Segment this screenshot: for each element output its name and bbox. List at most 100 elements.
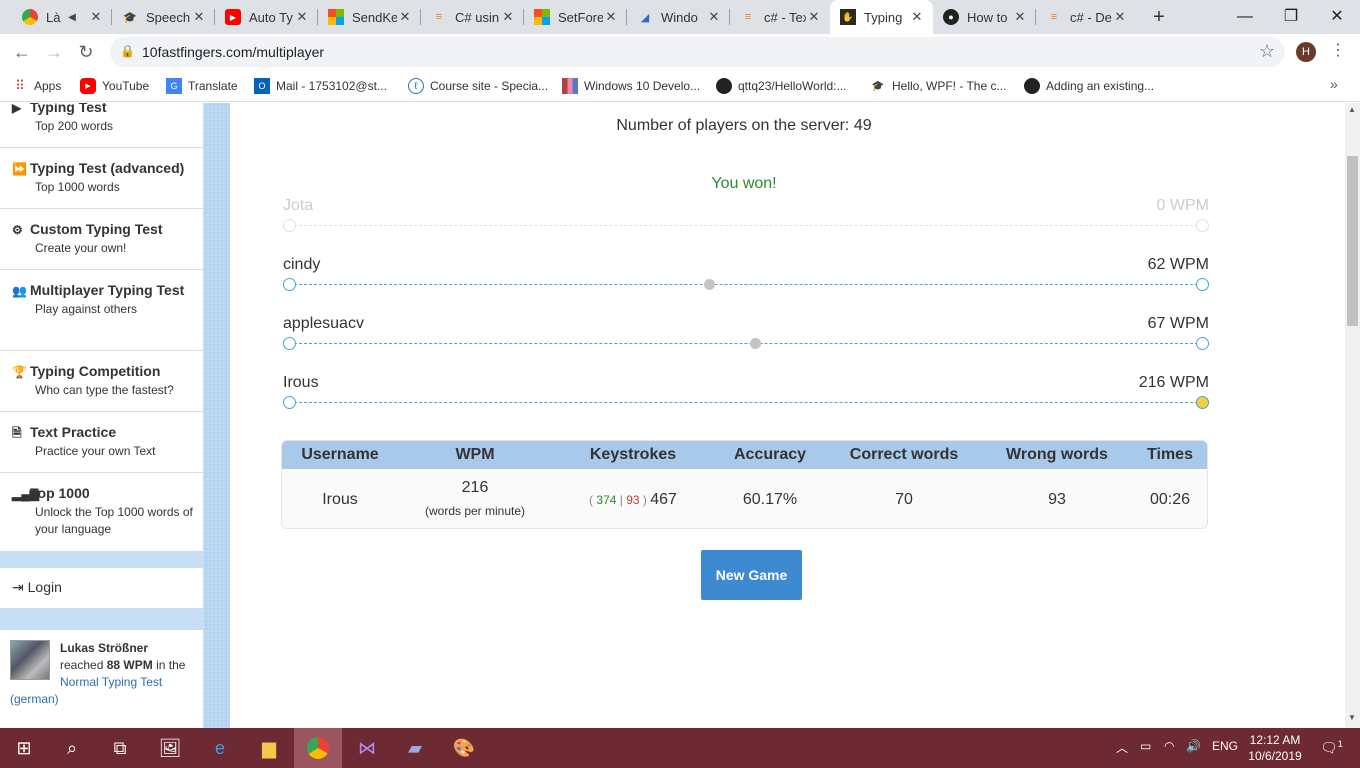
windows-start-icon[interactable]: ⊞: [0, 728, 48, 768]
new-game-button[interactable]: New Game: [701, 550, 802, 600]
forward-icon[interactable]: →: [42, 40, 66, 64]
github-icon: [1024, 78, 1040, 94]
close-tab-icon[interactable]: ✕: [191, 9, 207, 25]
notes-icon[interactable]: ▰: [391, 728, 439, 768]
wifi-icon[interactable]: ◠: [1164, 739, 1174, 753]
scroll-up-icon[interactable]: ▲: [1348, 105, 1356, 114]
reload-icon[interactable]: ↻: [74, 40, 98, 64]
volume-icon[interactable]: 🔊: [1186, 739, 1201, 753]
battery-icon[interactable]: ▭: [1140, 739, 1151, 753]
close-tab-icon[interactable]: ✕: [806, 9, 822, 25]
browser-tab[interactable]: ≡ c# - Tex ✕: [730, 0, 830, 34]
back-icon[interactable]: ←: [10, 40, 34, 64]
github-icon: [716, 78, 732, 94]
result-message: You won!: [711, 175, 777, 192]
image-viewer-icon[interactable]: 🖼: [146, 728, 194, 768]
track-finish: [1196, 278, 1209, 291]
page-scrollbar[interactable]: ▲ ▼: [1345, 103, 1360, 728]
bookmark-youtube[interactable]: ▶ YouTube: [80, 76, 149, 96]
user-avatar[interactable]: [10, 640, 50, 680]
edge-icon[interactable]: e: [196, 728, 244, 768]
players-count: Number of players on the server: 49: [616, 117, 872, 134]
close-tab-icon[interactable]: ✕: [500, 9, 516, 25]
browser-tab[interactable]: ≡ C# usin ✕: [421, 0, 524, 34]
tab-strip: Là l ◀ ✕ 🎓 Speech ✕ ▶ Auto Ty ✕ SendKe ✕…: [0, 0, 1360, 34]
news-feed-item: Lukas Strößner reached 88 WPM in the Nor…: [0, 630, 203, 728]
bookmark-star-icon[interactable]: ☆: [1259, 41, 1275, 62]
close-tab-icon[interactable]: ✕: [294, 9, 310, 25]
address-bar[interactable]: 🔒 10fastfingers.com/multiplayer ☆: [110, 37, 1285, 67]
bookmark-translate[interactable]: G Translate: [166, 76, 238, 96]
visual-studio-icon[interactable]: ⋈: [343, 728, 391, 768]
bookmark-apps[interactable]: ⠿ Apps: [12, 76, 61, 96]
sidebar-item-typing-test-advanced[interactable]: ⏩ Typing Test (advanced) Top 1000 words: [0, 148, 203, 209]
paint-icon[interactable]: 🎨: [440, 728, 488, 768]
sidebar-item-custom-typing-test[interactable]: ⚙ Custom Typing Test Create your own!: [0, 209, 203, 270]
stackoverflow-icon: ≡: [744, 11, 752, 23]
browser-menu-icon[interactable]: ⋮: [1330, 40, 1346, 60]
10fastfingers-icon: ✋: [840, 9, 856, 25]
graduation-cap-icon: 🎓: [123, 11, 137, 24]
close-tab-icon[interactable]: ✕: [1012, 9, 1028, 25]
bookmark-hello-wpf[interactable]: 🎓 Hello, WPF! - The c...: [870, 76, 1007, 96]
scroll-down-icon[interactable]: ▼: [1348, 713, 1356, 722]
browser-tab[interactable]: SendKe ✕: [318, 0, 421, 34]
address-url[interactable]: 10fastfingers.com/multiplayer: [142, 44, 324, 60]
search-icon[interactable]: ⌕: [48, 728, 96, 768]
restore-icon[interactable]: ❐: [1278, 4, 1304, 30]
users-icon: 👥: [12, 284, 27, 298]
bookmark-course-site[interactable]: ℓ Course site - Specia...: [408, 76, 548, 96]
profile-avatar[interactable]: H: [1296, 42, 1316, 62]
browser-tab-active[interactable]: ✋ Typing ✕: [830, 0, 933, 34]
racer-row: applesuacv 67 WPM: [283, 315, 1209, 365]
minimize-icon[interactable]: —: [1232, 4, 1258, 30]
bookmark-windows-dev[interactable]: Windows 10 Develo...: [562, 76, 700, 96]
racer-marker: [749, 338, 761, 349]
racer-row: Jota 0 WPM: [283, 197, 1209, 247]
close-tab-icon[interactable]: ✕: [603, 9, 619, 25]
chrome-icon[interactable]: [294, 728, 342, 768]
new-tab-button[interactable]: +: [1148, 6, 1170, 28]
sidebar-item-text-practice[interactable]: 🗎 Text Practice Practice your own Text: [0, 412, 203, 473]
bookmark-github-helloworld[interactable]: qttq23/HelloWorld:...: [716, 76, 847, 96]
language-indicator[interactable]: ENG: [1212, 739, 1238, 753]
bookmark-mail[interactable]: O Mail - 1753102@st...: [254, 76, 387, 96]
speaker-icon[interactable]: ◀: [64, 12, 80, 23]
close-window-icon[interactable]: ✕: [1324, 4, 1350, 30]
scrollbar-thumb[interactable]: [1347, 156, 1358, 326]
results-table-header: Username WPM Keystrokes Accuracy Correct…: [282, 441, 1207, 469]
browser-tab[interactable]: 🎓 Speech ✕: [112, 0, 215, 34]
sidebar-item-typing-test[interactable]: ▶ Typing Test Top 200 words: [0, 103, 203, 148]
close-tab-icon[interactable]: ✕: [397, 9, 413, 25]
browser-tab[interactable]: SetFore ✕: [524, 0, 627, 34]
sidebar-item-typing-competition[interactable]: 🏆 Typing Competition Who can type the fas…: [0, 351, 203, 412]
sidebar-item-top-1000[interactable]: ▂▄▆Top 1000 Unlock the Top 1000 words of…: [0, 473, 203, 551]
close-tab-icon[interactable]: ✕: [909, 9, 925, 25]
sidebar-menu: ▶ Typing Test Top 200 words ⏩ Typing Test …: [0, 103, 203, 551]
book-icon: [562, 78, 578, 94]
bookmarks-overflow-icon[interactable]: »: [1330, 76, 1338, 92]
browser-tab[interactable]: Là l ◀ ✕: [12, 0, 112, 34]
close-tab-icon[interactable]: ✕: [706, 9, 722, 25]
microsoft-icon: [534, 9, 550, 25]
page-viewport: ▶ Typing Test Top 200 words ⏩ Typing Test …: [0, 103, 1345, 728]
taskbar-clock[interactable]: 12:12 AM 10/6/2019: [1240, 732, 1310, 764]
notification-icon[interactable]: 🗨1: [1320, 739, 1343, 757]
fast-forward-icon: ⏩: [12, 162, 27, 176]
task-view-icon[interactable]: ⧉: [96, 728, 144, 768]
news-username[interactable]: Lukas Strößner: [60, 641, 148, 655]
document-icon: 🗎: [12, 426, 22, 440]
tray-overflow-icon[interactable]: ︿: [1116, 739, 1128, 756]
racer-name: applesuacv: [283, 315, 364, 332]
course-site-icon: ℓ: [408, 78, 424, 94]
browser-tab[interactable]: ◢ Windo ✕: [627, 0, 730, 34]
sidebar-item-multiplayer[interactable]: 👥 Multiplayer Typing Test Play against ot…: [0, 270, 203, 351]
close-tab-icon[interactable]: ✕: [1112, 9, 1128, 25]
browser-tab[interactable]: ▶ Auto Ty ✕: [215, 0, 318, 34]
browser-tab[interactable]: ≡ c# - De ✕: [1036, 0, 1136, 34]
browser-tab[interactable]: ● How to ✕: [933, 0, 1036, 34]
close-tab-icon[interactable]: ✕: [88, 9, 104, 25]
bookmark-adding-existing[interactable]: Adding an existing...: [1024, 76, 1154, 96]
file-explorer-icon[interactable]: ▆: [245, 728, 293, 768]
login-link[interactable]: ⇥ Login: [0, 568, 203, 608]
